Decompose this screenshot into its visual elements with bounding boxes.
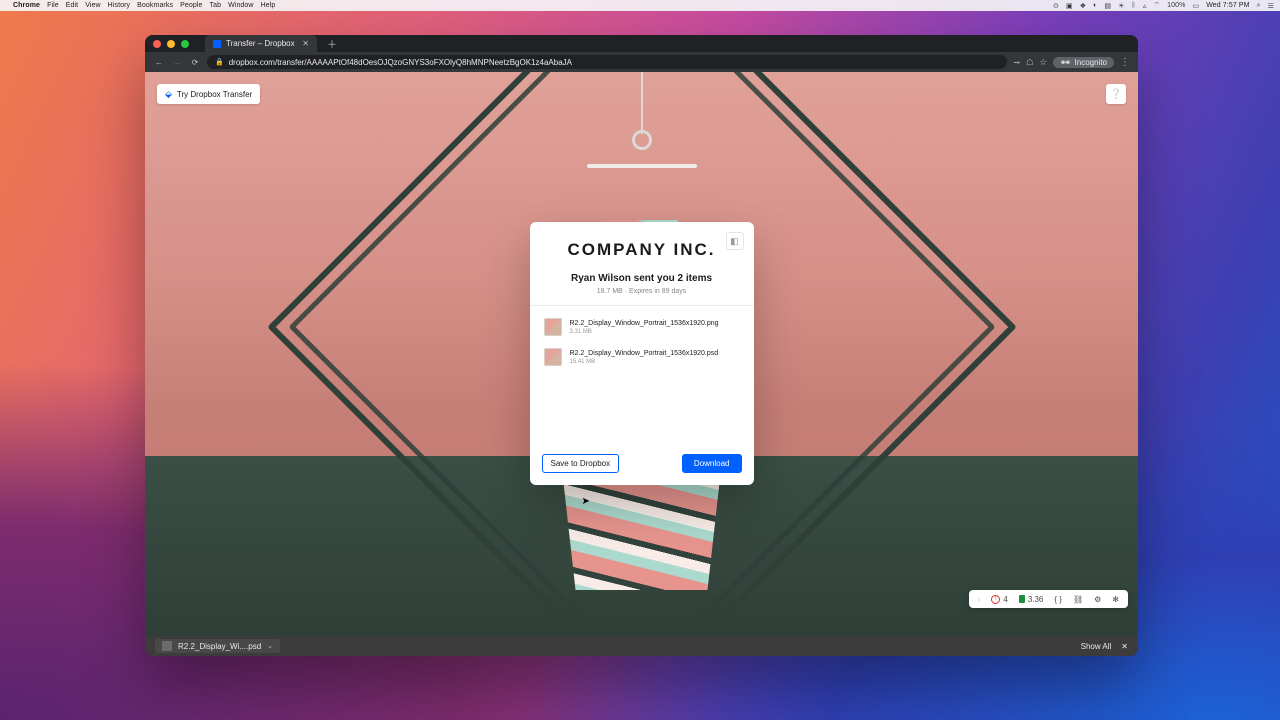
transfer-card: ◧ COMPANY INC. Ryan Wilson sent you 2 it… [530, 222, 754, 485]
window-close-icon[interactable] [153, 40, 161, 48]
new-tab-button[interactable]: ＋ [327, 36, 337, 51]
file-thumbnail-icon [544, 318, 562, 336]
status-icon[interactable]: ❖ [1080, 2, 1086, 10]
menu-help[interactable]: Help [261, 2, 276, 9]
download-shelf: R2.2_Display_Wi....psd ⌄ Show All ✕ [145, 636, 1138, 656]
error-badge-icon: ! [991, 595, 1000, 604]
menu-clock[interactable]: Wed 7:57 PM [1206, 2, 1249, 9]
dev-chevron-icon[interactable]: › [975, 595, 984, 604]
file-size: 15.41 MB [570, 359, 719, 365]
bookmark-star-icon[interactable]: ☆ [1039, 57, 1047, 68]
transfer-subline: 18.7 MB · Expires in 89 days [546, 288, 738, 295]
file-list-item[interactable]: R2.2_Display_Window_Portrait_1536x1920.p… [530, 312, 754, 342]
download-button[interactable]: Download [682, 454, 742, 473]
battery-icon: ▭ [1192, 2, 1199, 10]
show-all-downloads[interactable]: Show All [1081, 642, 1112, 651]
battery-percent: 100% [1167, 2, 1185, 9]
bug-icon[interactable]: ✻ [1109, 595, 1122, 604]
chrome-menu-button[interactable]: ⋮ [1120, 57, 1130, 68]
braces-icon[interactable]: { } [1051, 595, 1065, 604]
status-icon[interactable]: ◐ [1093, 2, 1097, 9]
chevron-down-icon[interactable]: ⌄ [267, 642, 273, 650]
gear-icon[interactable]: ⚙ [1091, 595, 1104, 604]
file-name: R2.2_Display_Window_Portrait_1536x1920.p… [570, 350, 719, 357]
airplay-icon[interactable]: ▵ [1143, 2, 1147, 10]
save-to-dropbox-button[interactable]: Save to Dropbox [542, 454, 620, 473]
file-list: R2.2_Display_Window_Portrait_1536x1920.p… [530, 306, 754, 378]
close-shelf-icon[interactable]: ✕ [1121, 642, 1128, 651]
menu-edit[interactable]: Edit [66, 2, 78, 9]
incognito-badge[interactable]: 🕶 Incognito [1053, 57, 1114, 68]
wifi-icon[interactable]: ⌔ [1153, 1, 1160, 10]
help-button[interactable]: ❔ [1106, 84, 1126, 104]
status-icon[interactable]: ▣ [1066, 2, 1073, 10]
menu-window[interactable]: Window [228, 2, 254, 9]
menu-history[interactable]: History [108, 2, 130, 9]
dev-extension-toolbar[interactable]: › !4 3.36 { } ⛓ ⚙ ✻ [969, 590, 1128, 608]
spotlight-icon[interactable]: ⌕ [1257, 2, 1261, 10]
download-item[interactable]: R2.2_Display_Wi....psd ⌄ [155, 639, 280, 653]
error-count: 4 [1003, 595, 1007, 604]
file-thumbnail-icon [544, 348, 562, 366]
menu-bookmarks[interactable]: Bookmarks [137, 2, 173, 9]
window-minimize-icon[interactable] [167, 40, 175, 48]
forward-button[interactable]: → [171, 58, 183, 67]
status-icon[interactable]: ☀ [1118, 2, 1124, 10]
url-text: dropbox.com/transfer/AAAAAPtOf48dOesOJQz… [229, 58, 572, 67]
try-button-label: Try Dropbox Transfer [177, 90, 252, 99]
reload-button[interactable]: ⟳ [189, 58, 201, 67]
menu-tab[interactable]: Tab [209, 2, 221, 9]
menu-people[interactable]: People [180, 2, 202, 9]
status-icon[interactable]: ▤ [1104, 2, 1111, 10]
page-viewport: ⬙ Try Dropbox Transfer ❔ ◧ COMPANY INC. … [145, 72, 1138, 636]
browser-tab[interactable]: Transfer – Dropbox ✕ [205, 35, 317, 52]
tab-strip: Transfer – Dropbox ✕ ＋ [145, 35, 1138, 52]
tab-close-icon[interactable]: ✕ [302, 39, 309, 48]
address-bar: ← → ⟳ 🔒 dropbox.com/transfer/AAAAAPtOf48… [145, 52, 1138, 72]
file-size: 3.31 MB [570, 329, 719, 335]
lock-icon: 🔒 [215, 58, 224, 66]
file-icon [162, 641, 172, 651]
bluetooth-icon[interactable]: ᛒ [1132, 2, 1136, 9]
menu-file[interactable]: File [47, 2, 59, 9]
url-input[interactable]: 🔒 dropbox.com/transfer/AAAAAPtOf48dOesOJ… [207, 55, 1007, 69]
menu-view[interactable]: View [85, 2, 100, 9]
menu-app-name[interactable]: Chrome [13, 2, 40, 9]
perf-badge-icon [1019, 595, 1025, 603]
incognito-icon: 🕶 [1060, 58, 1070, 67]
file-list-item[interactable]: R2.2_Display_Window_Portrait_1536x1920.p… [530, 342, 754, 372]
card-options-button[interactable]: ◧ [726, 232, 744, 250]
link-icon[interactable]: ⛓ [1070, 595, 1086, 604]
browser-window: Transfer – Dropbox ✕ ＋ ← → ⟳ 🔒 dropbox.c… [145, 35, 1138, 656]
window-zoom-icon[interactable] [181, 40, 189, 48]
status-icon[interactable]: ⊙ [1053, 2, 1059, 10]
key-icon[interactable]: ⊸ [1013, 58, 1020, 67]
back-button[interactable]: ← [153, 58, 165, 67]
perf-timing: 3.36 [1028, 595, 1044, 604]
dropbox-favicon-icon [213, 40, 221, 48]
download-file-name: R2.2_Display_Wi....psd [178, 642, 261, 651]
control-center-icon[interactable]: ☰ [1268, 2, 1274, 10]
try-dropbox-transfer-button[interactable]: ⬙ Try Dropbox Transfer [157, 84, 260, 104]
file-name: R2.2_Display_Window_Portrait_1536x1920.p… [570, 320, 719, 327]
dropbox-icon: ⬙ [165, 89, 172, 100]
company-brand: COMPANY INC. [546, 240, 738, 260]
tab-title: Transfer – Dropbox [226, 39, 295, 48]
help-icon: ❔ [1110, 89, 1122, 100]
transfer-headline: Ryan Wilson sent you 2 items [546, 273, 738, 284]
incognito-label: Incognito [1075, 58, 1107, 67]
extensions-icon[interactable]: ☖ [1026, 58, 1033, 67]
macos-menu-bar: Chrome File Edit View History Bookmarks … [0, 0, 1280, 11]
